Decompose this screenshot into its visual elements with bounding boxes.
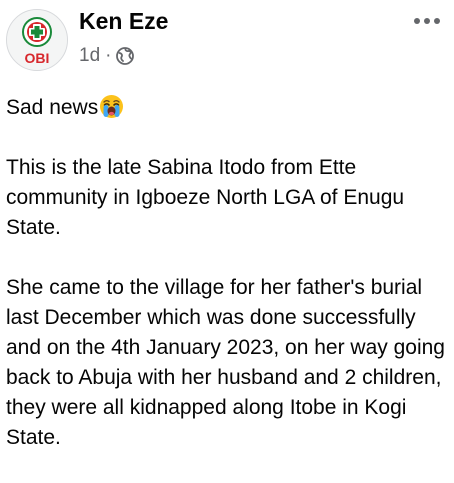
author-name[interactable]: Ken Eze	[79, 8, 168, 35]
meta-separator: ·	[105, 45, 112, 66]
more-options-button[interactable]	[409, 6, 445, 36]
author-avatar[interactable]: OBI	[6, 9, 68, 71]
crying-face-emoji-icon	[99, 94, 124, 119]
post-header: OBI Ken Eze 1d ·	[0, 0, 454, 80]
post-meta: 1d ·	[79, 44, 135, 68]
post-paragraph-text: Sad news	[6, 96, 99, 119]
post-text: Sad news This is the late Sabina Itodo f…	[6, 93, 450, 483]
post-paragraph: Sad news	[6, 93, 450, 123]
post-timestamp[interactable]: 1d	[79, 45, 100, 67]
more-dots-icon	[414, 18, 440, 24]
avatar-label: OBI	[25, 50, 50, 66]
post-paragraph: This is the late Sabina Itodo from Ette …	[6, 156, 405, 239]
post-paragraph: She came to the village for her father's…	[6, 276, 445, 449]
globe-icon	[116, 47, 135, 65]
obi-logo-icon: OBI	[7, 10, 67, 70]
